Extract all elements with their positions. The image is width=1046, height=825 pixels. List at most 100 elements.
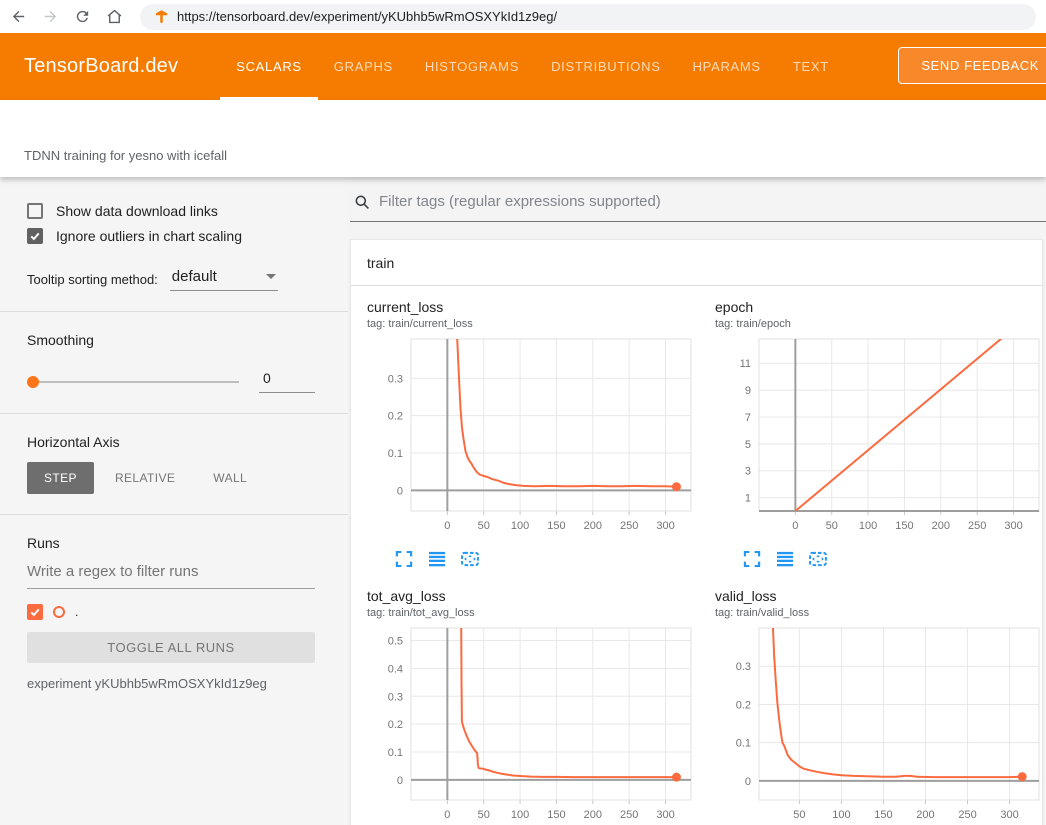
browser-toolbar: https://tensorboard.dev/experiment/yKUbh… bbox=[0, 0, 1046, 33]
svg-text:5: 5 bbox=[745, 439, 751, 451]
chart-tag: tag: train/current_loss bbox=[367, 318, 715, 330]
chart-toolbar bbox=[715, 550, 1046, 568]
svg-text:50: 50 bbox=[478, 520, 490, 532]
svg-text:0.1: 0.1 bbox=[388, 448, 403, 460]
svg-text:0: 0 bbox=[397, 775, 403, 787]
line-chart[interactable]: 5010015020025030000.10.20.3 bbox=[715, 624, 1046, 825]
ignore-outliers-row[interactable]: Ignore outliers in chart scaling bbox=[27, 228, 315, 244]
expand-chart-icon[interactable] bbox=[395, 550, 415, 568]
svg-text:200: 200 bbox=[932, 520, 950, 532]
runs-filter-input[interactable]: Write a regex to filter runs bbox=[27, 563, 315, 589]
experiment-title-band: TDNN training for yesno with icefall bbox=[0, 100, 1046, 177]
run-color-swatch-icon bbox=[53, 606, 65, 618]
svg-text:150: 150 bbox=[895, 520, 913, 532]
smoothing-slider[interactable] bbox=[27, 381, 239, 383]
settings-sidebar: Show data download links Ignore outliers… bbox=[0, 177, 348, 825]
run-checkbox[interactable] bbox=[27, 604, 43, 620]
svg-text:300: 300 bbox=[656, 809, 674, 821]
svg-text:200: 200 bbox=[916, 809, 934, 821]
axis-step-button[interactable]: STEP bbox=[27, 462, 94, 494]
svg-text:200: 200 bbox=[584, 809, 602, 821]
tab-distributions[interactable]: DISTRIBUTIONS bbox=[535, 33, 677, 100]
address-bar[interactable]: https://tensorboard.dev/experiment/yKUbh… bbox=[140, 4, 1036, 30]
line-chart[interactable]: 05010015020025030000.10.20.3 bbox=[367, 335, 715, 548]
experiment-caption: experiment yKUbhb5wRmOSXYkId1z9eg bbox=[27, 676, 315, 691]
tooltip-sorting-select[interactable]: default bbox=[170, 268, 278, 291]
svg-text:0.4: 0.4 bbox=[388, 663, 403, 675]
svg-text:1: 1 bbox=[745, 493, 751, 505]
tooltip-sorting-value: default bbox=[172, 268, 217, 285]
show-download-links-checkbox[interactable] bbox=[27, 203, 43, 219]
svg-text:300: 300 bbox=[1004, 520, 1022, 532]
reload-icon[interactable] bbox=[72, 7, 92, 27]
chart-title: valid_loss bbox=[715, 588, 1046, 604]
experiment-title: TDNN training for yesno with icefall bbox=[24, 148, 227, 163]
home-icon[interactable] bbox=[104, 7, 124, 27]
ignore-outliers-label: Ignore outliers in chart scaling bbox=[56, 228, 242, 244]
app-header: TensorBoard.dev SCALARS GRAPHS HISTOGRAM… bbox=[0, 33, 1046, 100]
section-title[interactable]: train bbox=[351, 240, 1042, 286]
runs-label: Runs bbox=[27, 535, 315, 551]
svg-text:250: 250 bbox=[620, 809, 638, 821]
fit-domain-icon[interactable] bbox=[809, 550, 829, 568]
chart-tag: tag: train/epoch bbox=[715, 318, 1046, 330]
run-list-item[interactable]: . bbox=[27, 604, 315, 620]
chart-tag: tag: train/valid_loss bbox=[715, 607, 1046, 619]
svg-text:0.2: 0.2 bbox=[388, 411, 403, 423]
filter-tags-placeholder: Filter tags (regular expressions support… bbox=[379, 193, 661, 210]
back-icon[interactable] bbox=[8, 7, 28, 27]
line-chart[interactable]: 0501001502002503001357911 bbox=[715, 335, 1046, 548]
search-icon bbox=[354, 194, 370, 210]
svg-text:0: 0 bbox=[792, 520, 798, 532]
tab-text[interactable]: TEXT bbox=[777, 33, 845, 100]
svg-text:50: 50 bbox=[793, 809, 805, 821]
line-chart[interactable]: 05010015020025030000.10.20.30.40.5 bbox=[367, 624, 715, 825]
smoothing-value-field[interactable]: 0 bbox=[259, 370, 315, 393]
smoothing-label: Smoothing bbox=[27, 332, 315, 348]
log-scale-icon[interactable] bbox=[776, 550, 796, 568]
tab-scalars[interactable]: SCALARS bbox=[220, 33, 318, 100]
svg-text:0.3: 0.3 bbox=[388, 691, 403, 703]
send-feedback-button[interactable]: SEND FEEDBACK bbox=[898, 47, 1046, 84]
chart-tag: tag: train/tot_avg_loss bbox=[367, 607, 715, 619]
svg-text:100: 100 bbox=[859, 520, 877, 532]
chart-tot-avg-loss: tot_avg_loss tag: train/tot_avg_loss 050… bbox=[367, 588, 715, 825]
axis-relative-button[interactable]: RELATIVE bbox=[98, 462, 192, 494]
svg-text:50: 50 bbox=[478, 809, 490, 821]
url-text: https://tensorboard.dev/experiment/yKUbh… bbox=[177, 9, 557, 24]
svg-text:100: 100 bbox=[511, 520, 529, 532]
toggle-all-runs-button[interactable]: TOGGLE ALL RUNS bbox=[27, 632, 315, 663]
train-section-card: train current_loss tag: train/current_lo… bbox=[350, 239, 1043, 825]
log-scale-icon[interactable] bbox=[428, 550, 448, 568]
svg-text:0.3: 0.3 bbox=[388, 373, 403, 385]
svg-text:250: 250 bbox=[620, 520, 638, 532]
svg-text:300: 300 bbox=[656, 520, 674, 532]
svg-text:0.1: 0.1 bbox=[388, 747, 403, 759]
ignore-outliers-checkbox[interactable] bbox=[27, 228, 43, 244]
tooltip-sorting-label: Tooltip sorting method: bbox=[27, 272, 158, 291]
tab-histograms[interactable]: HISTOGRAMS bbox=[409, 33, 535, 100]
svg-text:0.5: 0.5 bbox=[388, 636, 403, 648]
svg-text:7: 7 bbox=[745, 412, 751, 424]
svg-text:0: 0 bbox=[444, 520, 450, 532]
show-download-links-label: Show data download links bbox=[56, 203, 218, 219]
chart-valid-loss: valid_loss tag: train/valid_loss 5010015… bbox=[715, 588, 1046, 825]
svg-text:0.1: 0.1 bbox=[736, 738, 751, 750]
fit-domain-icon[interactable] bbox=[461, 550, 481, 568]
horizontal-axis-label: Horizontal Axis bbox=[27, 434, 315, 450]
show-download-links-row[interactable]: Show data download links bbox=[27, 203, 315, 219]
svg-text:0: 0 bbox=[444, 809, 450, 821]
smoothing-slider-knob[interactable] bbox=[27, 376, 39, 388]
expand-chart-icon[interactable] bbox=[743, 550, 763, 568]
svg-text:0.2: 0.2 bbox=[736, 699, 751, 711]
forward-icon[interactable] bbox=[40, 7, 60, 27]
axis-wall-button[interactable]: WALL bbox=[196, 462, 264, 494]
tab-graphs[interactable]: GRAPHS bbox=[318, 33, 409, 100]
svg-text:0: 0 bbox=[397, 485, 403, 497]
svg-text:150: 150 bbox=[547, 520, 565, 532]
filter-tags-input[interactable]: Filter tags (regular expressions support… bbox=[350, 187, 1046, 222]
chart-title: epoch bbox=[715, 299, 1046, 315]
tensorboard-site-icon bbox=[154, 9, 169, 24]
tab-hparams[interactable]: HPARAMS bbox=[677, 33, 777, 100]
caret-down-icon bbox=[266, 274, 276, 279]
